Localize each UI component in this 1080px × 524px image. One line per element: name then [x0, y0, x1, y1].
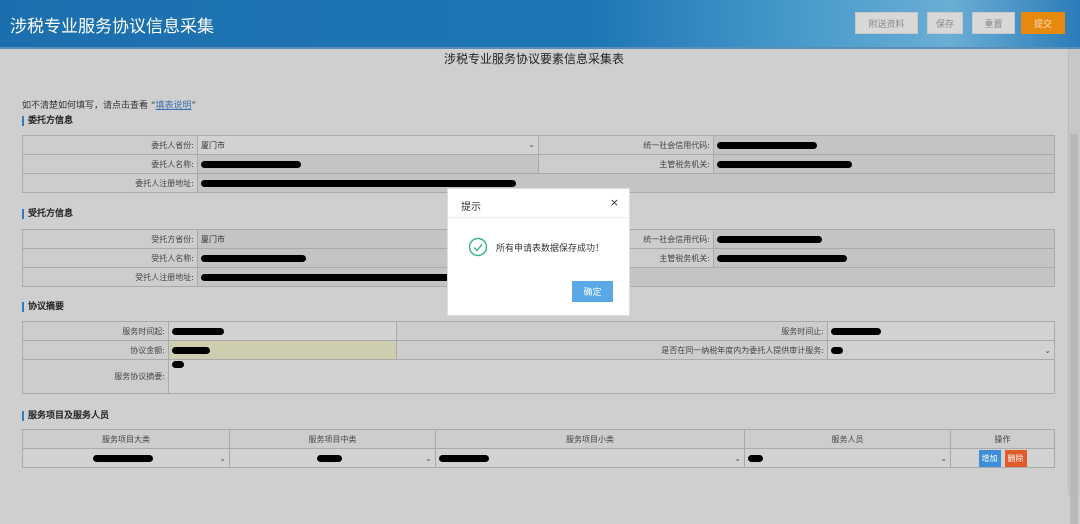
label: 委托人名称:	[22, 154, 198, 174]
client-tax-office-field[interactable]	[713, 154, 1055, 174]
end-date-field[interactable]	[827, 321, 1055, 341]
chevron-down-icon: ⌄	[425, 453, 432, 463]
audit-select[interactable]: ⌄	[827, 340, 1055, 360]
reset-button[interactable]: 重置	[972, 12, 1015, 34]
scrollbar-thumb[interactable]	[1070, 134, 1078, 524]
hint-suffix: ”	[191, 101, 197, 111]
app-header: 涉税专业服务协议信息采集 附送资料 保存 重置 提交	[0, 0, 1080, 49]
app-title: 涉税专业服务协议信息采集	[10, 17, 214, 37]
delete-button[interactable]: 删除	[1004, 449, 1027, 467]
save-button[interactable]: 保存	[927, 12, 963, 34]
summary-textarea[interactable]	[168, 359, 1055, 394]
label: 受托人注册地址:	[22, 267, 198, 287]
section-client: 委托方信息	[22, 116, 73, 126]
dialog-title: 提示	[461, 202, 481, 213]
label: 受托方省份:	[22, 229, 198, 249]
actions-cell: 增加 删除	[950, 448, 1055, 468]
agent-tax-office-field[interactable]	[713, 248, 1055, 268]
close-icon[interactable]: ×	[610, 196, 619, 209]
label: 受托人名称:	[22, 248, 198, 268]
client-table: 委托人省份: 厦门市 ⌄ 统一社会信用代码: 委托人名称: 主管税务机关: 委托人注册地…	[22, 135, 1055, 193]
add-button[interactable]: 增加	[978, 449, 1001, 467]
submit-button[interactable]: 提交	[1021, 12, 1065, 34]
attach-button[interactable]: 附送资料	[855, 12, 918, 34]
value: 厦门市	[201, 234, 225, 244]
category-major-select[interactable]: ⌄	[22, 448, 230, 468]
client-name-field[interactable]	[197, 154, 539, 174]
category-minor-select[interactable]: ⌄	[435, 448, 745, 468]
column-header: 服务项目小类	[435, 429, 745, 449]
form-title: 涉税专业服务协议要素信息采集表	[443, 52, 624, 66]
chevron-down-icon: ⌄	[219, 453, 226, 463]
agent-credit-code-field[interactable]	[713, 229, 1055, 249]
value: 厦门市	[201, 140, 225, 150]
label: 统一社会信用代码:	[538, 135, 714, 155]
chevron-down-icon: ⌄	[528, 139, 535, 149]
chevron-down-icon: ⌄	[734, 453, 741, 463]
label: 委托人省份:	[22, 135, 198, 155]
help-link[interactable]: 填表说明	[156, 101, 192, 111]
chevron-down-icon: ⌄	[1044, 345, 1051, 355]
staff-select[interactable]: ⌄	[744, 448, 951, 468]
section-agent: 受托方信息	[22, 209, 73, 219]
label: 协议金额:	[22, 340, 169, 360]
column-header: 服务人员	[744, 429, 951, 449]
amount-field[interactable]	[168, 340, 397, 360]
label: 服务协议摘要:	[22, 359, 169, 394]
dialog-message: 所有申请表数据保存成功！	[496, 244, 605, 254]
label: 委托人注册地址:	[22, 173, 198, 193]
table-row: ⌄ ⌄ ⌄ ⌄ 增加 删除	[22, 448, 1055, 468]
start-date-field[interactable]	[168, 321, 397, 341]
help-hint: 如不清楚如何填写，请点击查看 “填表说明”	[22, 98, 196, 111]
section-services: 服务项目及服务人员	[22, 411, 109, 421]
services-table: 服务项目大类 服务项目中类 服务项目小类 服务人员 操作 ⌄ ⌄ ⌄ ⌄ 增加 删除	[22, 429, 1055, 468]
column-header: 操作	[950, 429, 1055, 449]
success-dialog: 提示 × 所有申请表数据保存成功！ 确定	[447, 188, 630, 316]
label: 服务时间起:	[22, 321, 169, 341]
column-header: 服务项目大类	[22, 429, 230, 449]
section-summary: 协议摘要	[22, 302, 64, 312]
label: 是否在同一纳税年度内为委托人提供审计服务:	[396, 340, 828, 360]
hint-text: 如不清楚如何填写，请点击查看 “	[22, 101, 156, 111]
client-province-select[interactable]: 厦门市 ⌄	[197, 135, 539, 155]
check-circle-icon	[468, 237, 488, 257]
scrollbar[interactable]	[1068, 49, 1080, 524]
divider	[448, 217, 629, 218]
label: 服务时间止:	[396, 321, 828, 341]
category-mid-select[interactable]: ⌄	[229, 448, 436, 468]
chevron-down-icon: ⌄	[940, 453, 947, 463]
ok-button[interactable]: 确定	[572, 281, 613, 302]
label: 主管税务机关:	[538, 154, 714, 174]
summary-table: 服务时间起: 服务时间止: 协议金额: 是否在同一纳税年度内为委托人提供审计服务: ⌄…	[22, 321, 1055, 394]
column-header: 服务项目中类	[229, 429, 436, 449]
client-credit-code-field[interactable]	[713, 135, 1055, 155]
